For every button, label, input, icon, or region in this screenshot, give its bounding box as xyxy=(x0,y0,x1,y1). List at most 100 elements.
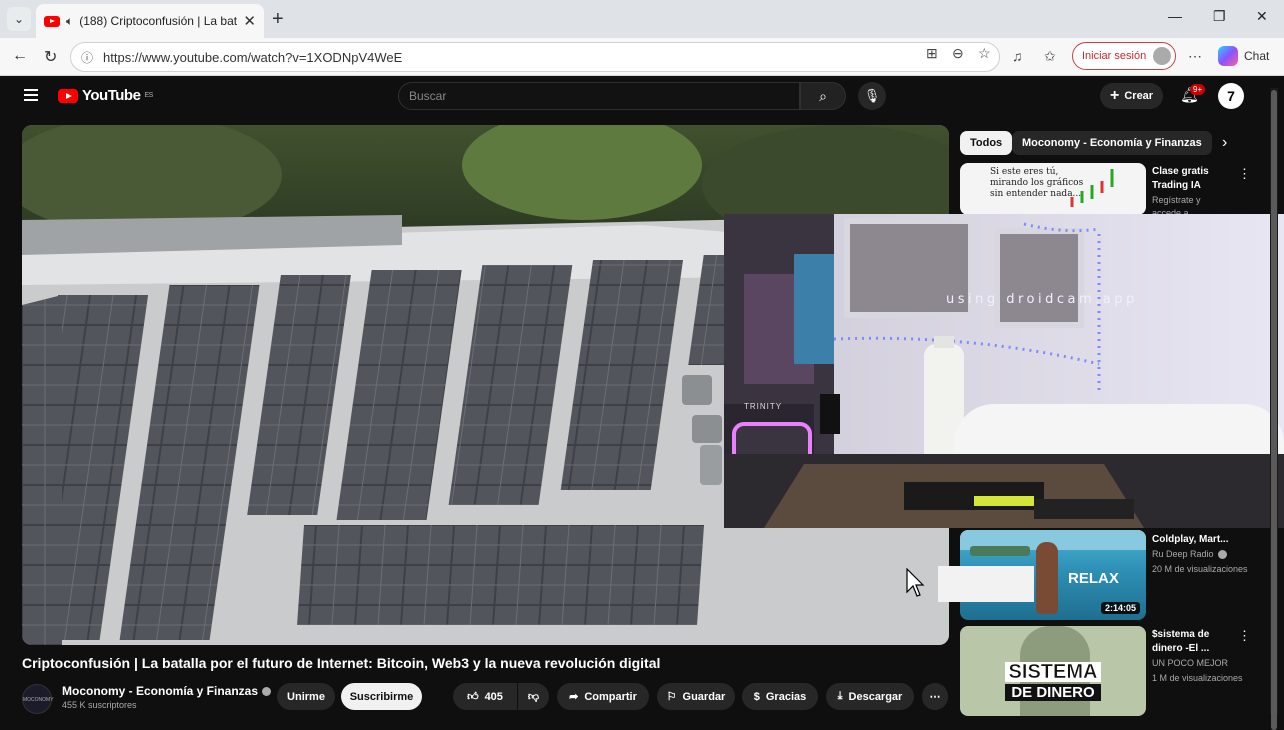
subscriber-count: 455 K suscriptores xyxy=(62,700,137,710)
create-label: Crear xyxy=(1124,90,1154,102)
logo-region: ES xyxy=(144,92,153,99)
url-text: https://www.youtube.com/watch?v=1XODNpV4… xyxy=(103,49,403,65)
channel-name: Ru Deep Radio xyxy=(1152,549,1214,559)
bookmark-icon: ⚐ xyxy=(666,691,677,703)
like-button[interactable]: 👍︎ 405 xyxy=(453,683,517,710)
download-button[interactable]: ⤓ Descargar xyxy=(826,683,914,710)
zoom-icon[interactable]: ⊖ xyxy=(952,45,964,62)
chevron-right-icon[interactable]: › xyxy=(1222,134,1227,152)
thumbs-up-icon: 👍︎ xyxy=(467,691,479,703)
sidebar-item-title[interactable]: Coldplay, Mart... xyxy=(1152,533,1248,547)
video-title: Criptoconfusión | La batalla por el futu… xyxy=(22,655,661,671)
like-count: 405 xyxy=(484,690,503,703)
more-options-icon[interactable]: ⋯ xyxy=(1188,48,1202,65)
more-actions-icon[interactable]: ⋯ xyxy=(922,683,948,710)
title-line: Clase gratis xyxy=(1152,166,1209,177)
mouse-cursor-icon xyxy=(906,568,925,597)
sidebar-item-channel: UN POCO MEJOR xyxy=(1152,658,1229,668)
bottle-label: TRINITY xyxy=(744,402,783,411)
sidebar-item-views: 1 M de visualizaciones xyxy=(1152,673,1243,683)
sidebar-item-channel: Ru Deep Radio xyxy=(1152,548,1262,561)
channel-name-text: Moconomy - Economía y Finanzas xyxy=(62,684,259,698)
dislike-button[interactable]: 👎︎ xyxy=(518,683,549,710)
title-line: Trading IA xyxy=(1152,180,1201,191)
chat-label: Chat xyxy=(1244,49,1270,63)
media-icon[interactable]: ♫ xyxy=(1012,48,1023,64)
thumb-text-line: DE DINERO xyxy=(1005,684,1101,701)
favorites-list-icon[interactable]: ✩ xyxy=(1044,48,1056,65)
signin-button[interactable]: Iniciar sesión xyxy=(1072,42,1176,70)
account-avatar[interactable]: 7 xyxy=(1218,83,1244,109)
blank-popup xyxy=(938,566,1034,602)
back-arrow-icon[interactable]: ← xyxy=(12,47,28,65)
reload-icon[interactable]: ↻ xyxy=(44,47,57,67)
thumb-text: RELAX xyxy=(1068,570,1119,587)
webcam-frame xyxy=(724,214,1284,528)
more-vert-icon[interactable]: ⋮ xyxy=(1238,166,1251,182)
youtube-header: YouTube ES Buscar ⌕ 🎙︎ + Crear 🔔︎ 9+ 7 xyxy=(4,76,1280,116)
window-close-icon[interactable]: ✕ xyxy=(1256,8,1268,25)
title-line: $sistema de xyxy=(1152,629,1210,640)
youtube-play-icon xyxy=(58,88,78,103)
copilot-chat-button[interactable]: Chat xyxy=(1218,46,1269,66)
browser-toolbar: ← ↻ ⓘ https://www.youtube.com/watch?v=1X… xyxy=(0,38,1284,76)
apps-grid-icon[interactable]: ⊞ xyxy=(926,45,938,62)
speaker-icon[interactable]: 🔈︎ xyxy=(66,14,73,29)
download-icon: ⤓ xyxy=(837,690,843,702)
create-button[interactable]: + Crear xyxy=(1100,83,1164,109)
verified-icon xyxy=(1217,550,1227,560)
video-duration: 2:14:05 xyxy=(1100,602,1140,614)
thanks-label: Gracias xyxy=(765,690,807,703)
sidebar-item-title[interactable]: Clase gratis Trading IA xyxy=(1152,165,1248,193)
super-thanks-icon: $ xyxy=(753,690,760,703)
tab-title: (188) Criptoconfusión | La bat xyxy=(79,14,238,28)
tab-list-chevron-icon[interactable]: ⌄ xyxy=(7,7,31,31)
search-input[interactable]: Buscar xyxy=(398,82,800,110)
youtube-favicon-icon xyxy=(44,15,60,27)
address-bar[interactable]: ⓘ https://www.youtube.com/watch?v=1XODNp… xyxy=(70,42,1000,72)
droidcam-watermark: using droidcam.app xyxy=(946,292,1138,307)
browser-tab-active[interactable]: 🔈︎ (188) Criptoconfusión | La bat ✕ xyxy=(36,4,264,38)
share-button[interactable]: ➦ Compartir xyxy=(557,683,649,710)
download-label: Descargar xyxy=(848,690,903,703)
meta-line: Regístrate y xyxy=(1152,195,1201,205)
more-vert-icon[interactable]: ⋮ xyxy=(1238,628,1251,644)
sidebar-item-title[interactable]: $sistema de dinero -El ... xyxy=(1152,628,1248,656)
verified-icon xyxy=(262,687,272,697)
signin-label: Iniciar sesión xyxy=(1082,50,1147,62)
scrollbar-thumb[interactable] xyxy=(1271,90,1277,730)
maximize-icon[interactable]: ❐ xyxy=(1213,8,1226,25)
notification-badge: 9+ xyxy=(1190,84,1206,95)
thanks-button[interactable]: $ Gracias xyxy=(742,683,818,710)
channel-name[interactable]: Moconomy - Economía y Finanzas xyxy=(62,684,272,698)
site-info-icon[interactable]: ⓘ xyxy=(81,49,93,66)
copilot-icon xyxy=(1218,46,1238,66)
save-label: Guardar xyxy=(682,690,726,703)
channel-avatar[interactable]: MOCONOMY xyxy=(22,684,54,714)
favorite-star-icon[interactable]: ☆ xyxy=(978,45,991,62)
sidebar-thumbnail-sistema-dinero[interactable]: SISTEMA DE DINERO xyxy=(960,626,1146,716)
join-button[interactable]: Unirme xyxy=(277,683,335,710)
profile-avatar-icon xyxy=(1153,47,1171,65)
browser-tab-bar: ⌄ 🔈︎ (188) Criptoconfusión | La bat ✕ + … xyxy=(0,0,1284,38)
save-button[interactable]: ⚐ Guardar xyxy=(657,683,735,710)
logo-text: YouTube xyxy=(82,87,141,104)
search-icon[interactable]: ⌕ xyxy=(800,82,846,110)
youtube-logo[interactable]: YouTube ES xyxy=(58,87,153,104)
chip-channel[interactable]: Moconomy - Economía y Finanzas xyxy=(1012,131,1212,155)
microphone-icon[interactable]: 🎙︎ xyxy=(858,82,886,110)
chip-all[interactable]: Todos xyxy=(960,131,1013,155)
share-label: Compartir xyxy=(584,690,637,703)
sidebar-item-views: 20 M de visualizaciones xyxy=(1152,564,1248,574)
webcam-overlay: TRINITY xyxy=(724,214,1284,528)
plus-icon: + xyxy=(1110,87,1120,104)
subscribe-button[interactable]: Suscribirme xyxy=(341,683,422,710)
tab-close-icon[interactable]: ✕ xyxy=(243,12,256,30)
candlestick-chart-icon xyxy=(1070,169,1114,207)
thumb-text-line: SISTEMA xyxy=(1004,662,1102,682)
thumbs-down-icon: 👎︎ xyxy=(527,691,540,703)
minimize-icon[interactable]: — xyxy=(1168,8,1182,24)
sidebar-thumbnail-trading[interactable]: Si este eres tú, mirando los gráficos si… xyxy=(960,163,1146,215)
new-tab-plus-icon[interactable]: + xyxy=(272,8,284,31)
menu-hamburger-icon[interactable] xyxy=(24,89,38,104)
